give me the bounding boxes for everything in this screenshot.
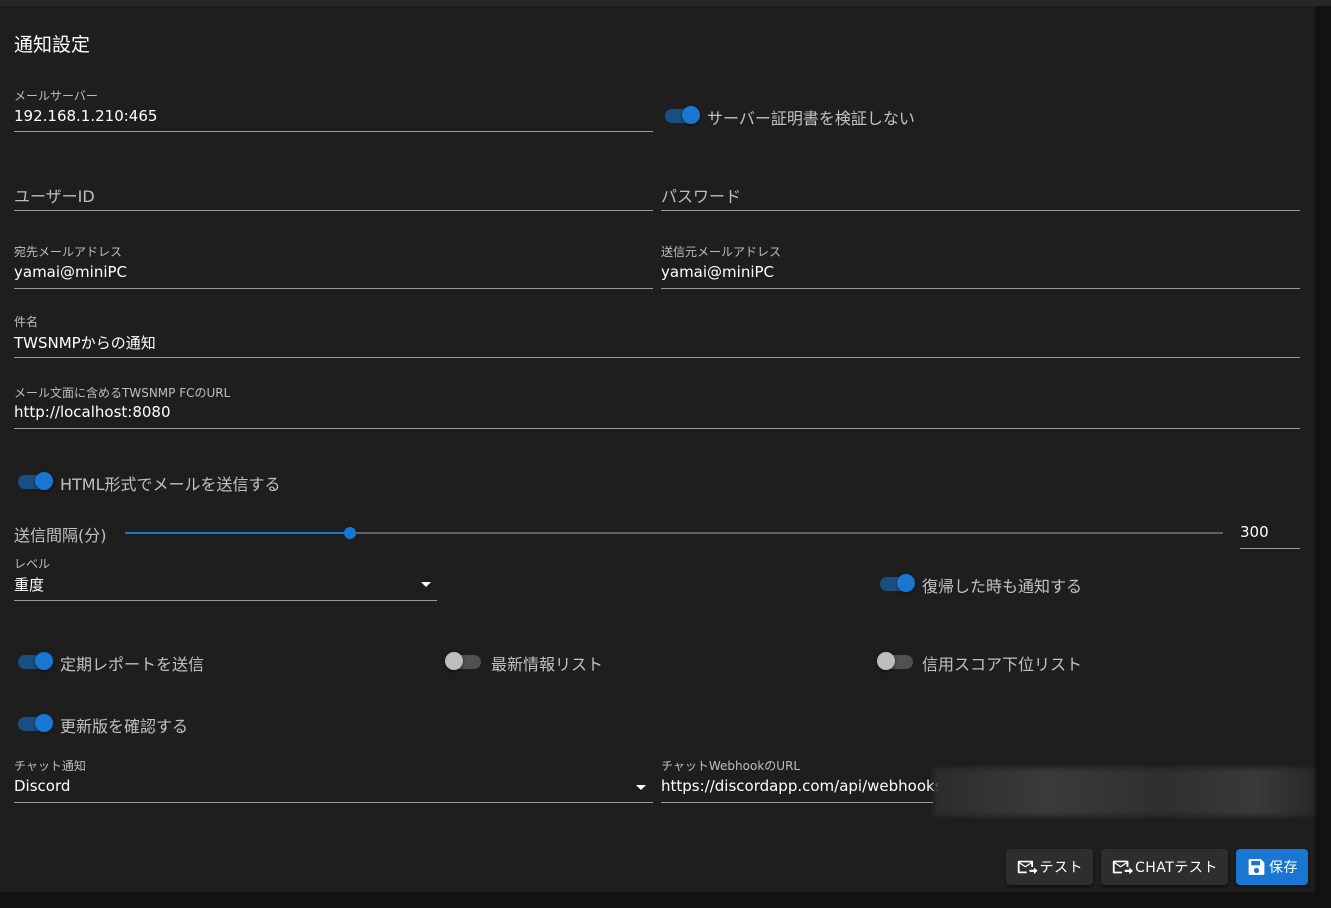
check-update-label: 更新版を確認する bbox=[60, 717, 189, 736]
mail-server-label: メールサーバー bbox=[14, 89, 98, 103]
news-list-switch[interactable] bbox=[444, 650, 482, 672]
chat-type-label: チャット通知 bbox=[14, 759, 86, 773]
report-switch[interactable] bbox=[15, 650, 53, 672]
chat-type-underline bbox=[14, 802, 653, 803]
floppy-disk-icon bbox=[1248, 859, 1265, 875]
chat-url-label: チャットWebhookのURL bbox=[661, 759, 801, 773]
notify-repair-label: 復帰した時も通知する bbox=[922, 577, 1083, 596]
test-button-label: テスト bbox=[1039, 860, 1083, 876]
mail-server-underline bbox=[14, 131, 653, 132]
interval-slider-thumb[interactable] bbox=[344, 527, 356, 539]
mail-from-label: 送信元メールアドレス bbox=[661, 245, 782, 259]
password-underline bbox=[661, 210, 1300, 211]
test-button[interactable]: テスト bbox=[1006, 849, 1093, 885]
mail-to-underline bbox=[14, 288, 653, 289]
chat-url-input[interactable]: https://discordapp.com/api/webhooks bbox=[661, 777, 943, 795]
notify-settings-card: 通知設定 メールサーバー 192.168.1.210:465 サーバー証明書を検… bbox=[0, 6, 1315, 892]
level-select[interactable]: 重度 bbox=[14, 574, 44, 595]
level-label: レベル bbox=[14, 557, 51, 571]
chat-test-button[interactable]: CHATテスト bbox=[1101, 849, 1228, 885]
interval-value-input[interactable]: 300 bbox=[1240, 523, 1269, 541]
report-label: 定期レポートを送信 bbox=[60, 655, 205, 674]
mail-from-underline bbox=[661, 288, 1300, 289]
user-id-underline bbox=[14, 210, 653, 211]
url-input[interactable]: http://localhost:8080 bbox=[14, 403, 171, 421]
caret-down-icon[interactable] bbox=[636, 785, 646, 790]
save-button-label: 保存 bbox=[1269, 860, 1298, 876]
subject-label: 件名 bbox=[14, 315, 39, 329]
news-list-label: 最新情報リスト bbox=[491, 655, 604, 674]
check-update-switch[interactable] bbox=[15, 712, 53, 734]
level-underline bbox=[14, 600, 437, 601]
notify-repair-switch[interactable] bbox=[877, 572, 915, 594]
skip-cert-verify-label: サーバー証明書を検証しない bbox=[707, 109, 915, 128]
chat-test-button-label: CHATテスト bbox=[1135, 860, 1218, 876]
subject-input[interactable]: TWSNMPからの通知 bbox=[14, 332, 156, 353]
url-underline bbox=[14, 428, 1300, 429]
interval-slider-fill bbox=[125, 532, 350, 534]
interval-label: 送信間隔(分) bbox=[14, 526, 107, 545]
interval-value-underline bbox=[1240, 548, 1300, 549]
mail-to-label: 宛先メールアドレス bbox=[14, 245, 123, 259]
low-score-list-label: 信用スコア下位リスト bbox=[922, 655, 1083, 674]
url-label: メール文面に含めるTWSNMP FCのURL bbox=[14, 386, 231, 400]
html-mail-switch[interactable] bbox=[15, 470, 53, 492]
mail-server-input[interactable]: 192.168.1.210:465 bbox=[14, 107, 157, 125]
html-mail-label: HTML形式でメールを送信する bbox=[60, 475, 281, 494]
chat-type-select[interactable]: Discord bbox=[14, 777, 70, 795]
low-score-list-switch[interactable] bbox=[876, 650, 914, 672]
skip-cert-verify-switch[interactable] bbox=[662, 104, 700, 126]
mail-from-input[interactable]: yamai@miniPC bbox=[661, 263, 774, 281]
mail-send-icon bbox=[1017, 860, 1038, 875]
user-id-input[interactable]: ユーザーID bbox=[14, 183, 95, 207]
mail-send-icon bbox=[1112, 860, 1133, 875]
chat-url-underline bbox=[661, 802, 933, 803]
caret-down-icon[interactable] bbox=[421, 582, 431, 587]
password-input[interactable]: パスワード bbox=[661, 183, 741, 207]
subject-underline bbox=[14, 357, 1300, 358]
save-button[interactable]: 保存 bbox=[1236, 849, 1308, 885]
redacted-blur bbox=[934, 768, 1314, 816]
mail-to-input[interactable]: yamai@miniPC bbox=[14, 263, 127, 281]
page-title: 通知設定 bbox=[14, 34, 91, 56]
